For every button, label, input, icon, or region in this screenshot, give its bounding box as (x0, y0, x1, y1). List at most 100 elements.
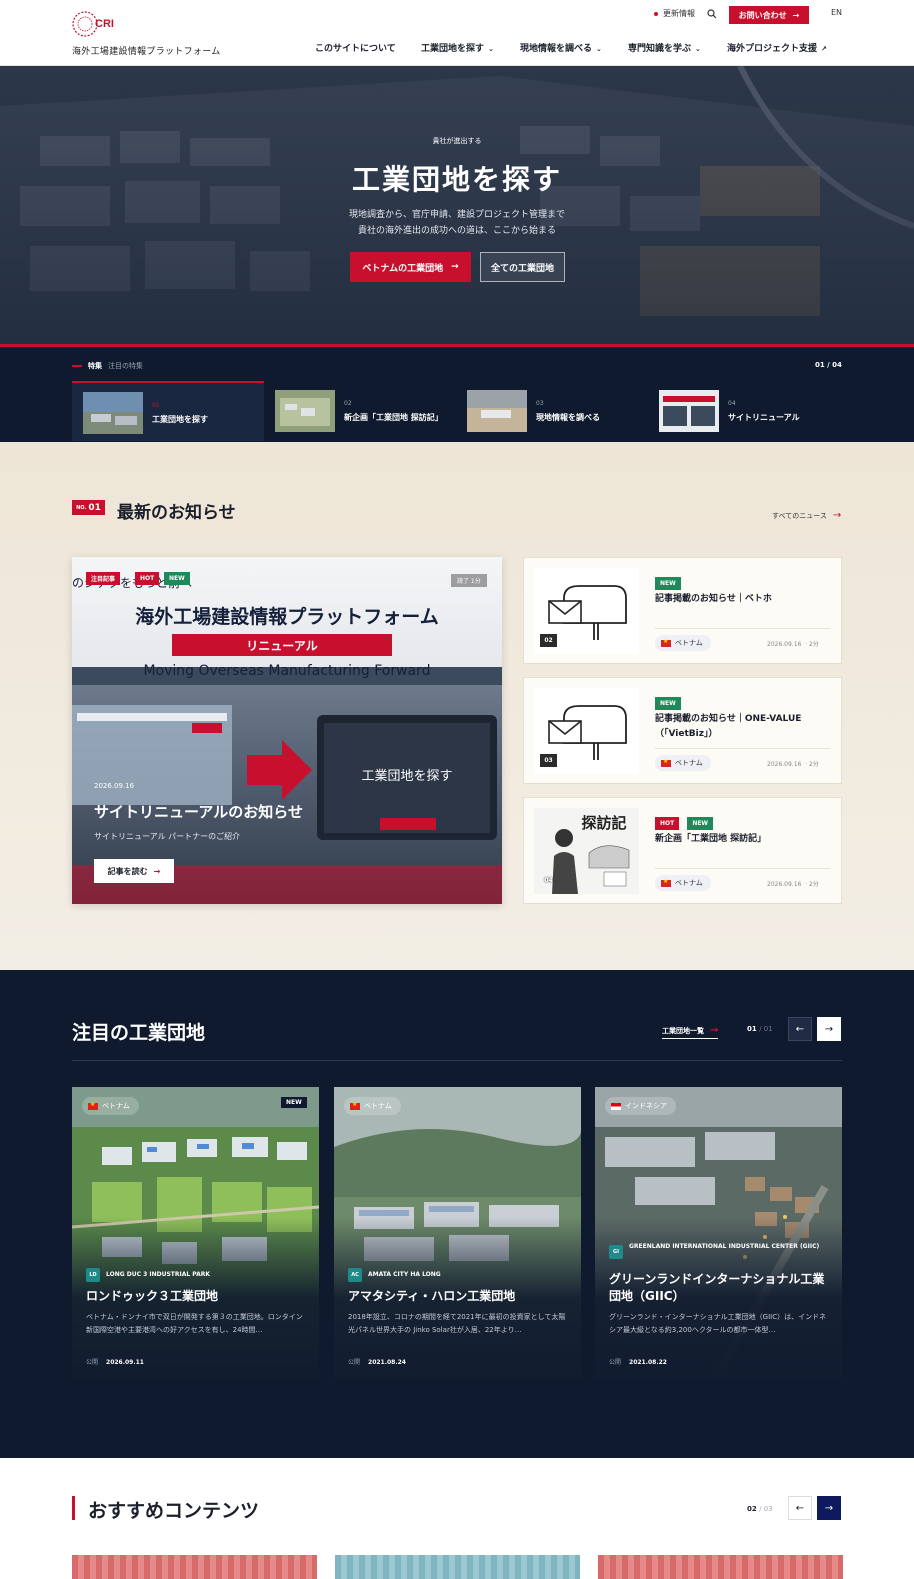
vietnam-parks-button[interactable]: ベトナムの工業団地 → (350, 252, 471, 282)
read-time: 読了 1分 (451, 574, 487, 587)
prev-button[interactable]: ← (788, 1017, 812, 1041)
all-news-link[interactable]: すべてのニュース → (772, 510, 841, 521)
nav-find-parks[interactable]: 工業団地を探す ⌄ (421, 41, 494, 54)
accent-line (72, 365, 82, 367)
hero-eyebrow: 貴社が進出する (432, 137, 482, 145)
external-link-icon: ↗ (821, 45, 827, 53)
park-code-badge: GI (609, 1245, 623, 1259)
badge-group: NEW (655, 570, 681, 590)
feature-thumbnail (275, 390, 335, 432)
news-item-card[interactable]: 03 NEW 記事掲載のお知らせ｜ONE-VALUE（「VietBiz」） ベト… (523, 677, 842, 784)
park-description: ベトナム・ドンナイ市で双日が開発する第３の工業団地。ロンタイン新国際空港や主要港… (86, 1313, 303, 1334)
news-item-card[interactable]: 02 NEW 記事掲載のお知らせ｜ベトホ ベトナム 2026.09.16 · 2… (523, 557, 842, 664)
feature-card[interactable]: 01 工業団地を探す (72, 381, 264, 441)
recommended-card[interactable] (72, 1555, 317, 1579)
indonesia-flag-icon (611, 1102, 621, 1110)
badge-group: HOT NEW (655, 810, 714, 830)
park-card[interactable]: インドネシア GI GREENLAND INTERNATIONAL INDUST… (595, 1087, 842, 1379)
featured-parks-section: 注目の工業団地 工業団地一覧→ 01 / 01 ← → ベトナム NEW LD … (0, 970, 914, 1458)
read-article-button[interactable]: 記事を読む → (94, 859, 174, 883)
arrow-left-icon: ← (795, 1502, 805, 1514)
updates-link[interactable]: 更新情報 (654, 8, 695, 19)
featured-news-card[interactable]: のシテクをもっと前へ 海外工場建設情報プラットフォーム リニューアル Movin… (72, 557, 502, 904)
prev-button[interactable]: ← (788, 1496, 812, 1520)
news-item-meta: 2026.09.16 · 2分 (767, 761, 819, 768)
nav-local-info[interactable]: 現地情報を調べる ⌄ (520, 41, 602, 54)
park-date: 公開 2021.08.22 (609, 1359, 667, 1366)
country-tag: ベトナム (82, 1097, 139, 1115)
arrow-right-icon: → (451, 262, 459, 272)
park-code-badge: LD (86, 1268, 100, 1282)
country-tag[interactable]: ベトナム (655, 755, 711, 771)
recommended-card[interactable] (335, 1555, 580, 1579)
badge-new: NEW (655, 577, 681, 590)
badge-hot: HOT (135, 572, 160, 585)
featured-image-banner: リニューアル (172, 634, 392, 656)
news-item-meta: 2026.09.16 · 2分 (767, 641, 819, 648)
news-item-title: 記事掲載のお知らせ｜ベトホ (655, 594, 772, 604)
item-number: 04 (544, 877, 553, 884)
badge-hot: HOT (655, 817, 680, 830)
section-title: 注目の工業団地 (72, 1022, 206, 1044)
park-english-name: LONG DUC 3 INDUSTRIAL PARK (106, 1271, 211, 1278)
arrow-right-icon: → (832, 510, 842, 521)
feature-card[interactable]: 02 新企画「工業団地 探訪記」 (264, 381, 456, 441)
company-logo[interactable]: CRI (72, 10, 116, 38)
badge-group: NEW (655, 690, 681, 710)
feature-strip: 特集 注目の特集 01 / 04 01 工業団地を探す 02 新企画「工業団地 探… (0, 344, 914, 442)
featured-subtitle: サイトリニューアル パートナーのご紹介 (94, 832, 241, 841)
country-tag[interactable]: ベトナム (655, 635, 711, 651)
recommended-card[interactable] (598, 1555, 843, 1579)
news-item-card[interactable]: 探訪記 04 HOT NEW 新企画「工業団地 探訪記」 ベトナム 2026.0… (523, 797, 842, 904)
search-icon[interactable] (707, 9, 717, 19)
feature-card[interactable]: 04 サイトリニューアル (648, 381, 840, 441)
chevron-down-icon: ⌄ (596, 45, 602, 53)
next-button[interactable]: → (817, 1017, 841, 1041)
badge-new: NEW (687, 817, 714, 830)
badge-new: NEW (655, 697, 681, 710)
park-description: 2018年設立、コロナの期間を経て2021年に最初の投資家として太陽光パネル世界… (348, 1313, 566, 1334)
arrow-right-icon: → (710, 1025, 719, 1036)
divider (655, 628, 830, 629)
featured-title: サイトリニューアルのお知らせ (94, 803, 303, 821)
park-list-link[interactable]: 工業団地一覧 → (662, 1025, 719, 1039)
hero-overlay (0, 66, 914, 344)
contact-button[interactable]: お問い合わせ → (729, 6, 809, 24)
site-header: CRI 海外工場建設情報プラットフォーム 更新情報 お問い合わせ → EN このサ… (0, 0, 914, 66)
feature-card[interactable]: 03 現地情報を調べる (456, 381, 648, 441)
park-date: 公開 2026.09.11 (86, 1359, 144, 1366)
chevron-down-icon: ⌄ (695, 45, 701, 53)
badge-new: NEW (164, 572, 190, 585)
next-button[interactable]: → (817, 1496, 841, 1520)
nav-overseas-support[interactable]: 海外プロジェクト支援 ↗ (727, 41, 827, 54)
feature-thumbnail (83, 392, 143, 434)
park-card[interactable]: ベトナム AC AMATA CITY HA LONG アマタシティ・ハロン工業団… (334, 1087, 581, 1379)
park-card[interactable]: ベトナム NEW LD LONG DUC 3 INDUSTRIAL PARK ロ… (72, 1087, 319, 1379)
svg-text:探訪記: 探訪記 (581, 814, 626, 832)
nav-learn[interactable]: 専門知識を学ぶ ⌄ (628, 41, 701, 54)
arrow-right-icon: → (824, 1023, 834, 1035)
hero-title: 工業団地を探す (351, 163, 562, 196)
country-tag[interactable]: ベトナム (655, 875, 711, 891)
svg-text:工業団地を探す: 工業団地を探す (361, 768, 452, 784)
feature-counter: 01 / 04 (815, 361, 842, 369)
feature-thumbnail (659, 390, 719, 432)
park-code-badge: AC (348, 1268, 362, 1282)
park-english-name: GREENLAND INTERNATIONAL INDUSTRIAL CENTE… (629, 1243, 820, 1250)
park-name: ロンドゥック３工業団地 (86, 1289, 219, 1303)
nav-about[interactable]: このサイトについて (315, 41, 396, 54)
slider-counter: 02 / 03 (747, 1505, 773, 1513)
feature-label: 特集 注目の特集 (72, 361, 143, 371)
featured-date: 2026.09.16 (94, 782, 135, 790)
country-tag: インドネシア (605, 1097, 676, 1115)
recommended-section: おすすめコンテンツ 02 / 03 ← → (0, 1458, 914, 1579)
chevron-down-icon: ⌄ (488, 45, 494, 53)
logo-tagline: 海外工場建設情報プラットフォーム (72, 47, 221, 57)
park-date: 公開 2021.08.24 (348, 1359, 406, 1366)
vietnam-flag-icon (661, 758, 671, 767)
section-number-tag: NO. 01 (72, 500, 105, 515)
language-switch[interactable]: EN (831, 8, 842, 17)
all-parks-button[interactable]: 全ての工業団地 (480, 252, 565, 282)
country-tag: ベトナム (344, 1097, 401, 1115)
divider (655, 868, 830, 869)
